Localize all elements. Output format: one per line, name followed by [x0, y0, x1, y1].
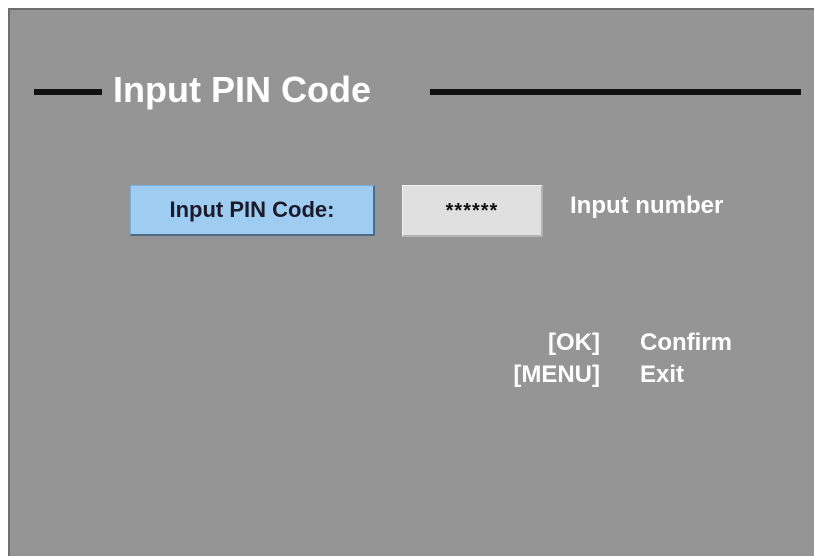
pin-code-input[interactable]: ****** [402, 185, 543, 237]
title-rule-right [430, 89, 801, 95]
pin-input-hint: Input number [570, 192, 724, 219]
page-title: Input PIN Code [113, 69, 371, 110]
title-rule-left [34, 89, 102, 95]
menu-key-label: [MENU] [513, 361, 600, 388]
pin-code-label[interactable]: Input PIN Code: [130, 185, 375, 236]
ok-key-label: [OK] [548, 329, 600, 356]
confirm-action-label: Confirm [640, 329, 732, 356]
exit-action-label: Exit [640, 361, 685, 388]
osd-screen: Input PIN Code Input PIN Code: ****** In… [8, 8, 814, 556]
